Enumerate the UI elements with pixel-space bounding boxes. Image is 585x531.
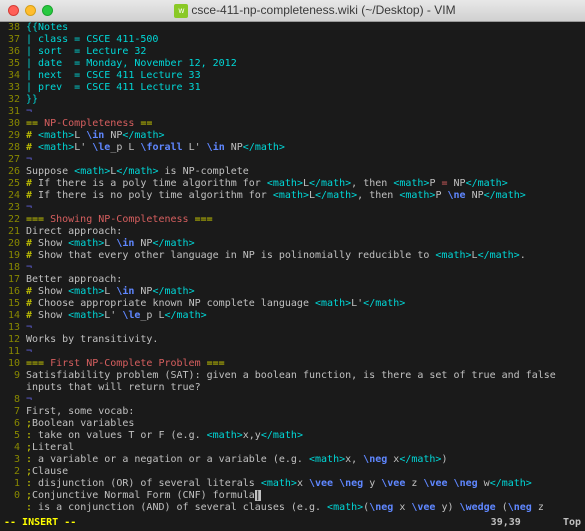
vim-mode: -- INSERT -- (4, 517, 76, 531)
window-controls (8, 5, 53, 16)
status-line: -- INSERT -- 39,39 Top (0, 517, 585, 531)
window-title: wcsce-411-np-completeness.wiki (~/Deskto… (53, 3, 577, 18)
code-content[interactable]: {{Notes | class = CSCE 411-500 | sort = … (24, 22, 585, 512)
line-number-gutter: 3837363534333231302928272625242322212019… (0, 22, 24, 512)
titlebar: wcsce-411-np-completeness.wiki (~/Deskto… (0, 0, 585, 22)
file-icon: w (174, 4, 188, 18)
zoom-icon[interactable] (42, 5, 53, 16)
cursor: | (255, 490, 261, 501)
editor-area[interactable]: 3837363534333231302928272625242322212019… (0, 22, 585, 512)
minimize-icon[interactable] (25, 5, 36, 16)
close-icon[interactable] (8, 5, 19, 16)
cursor-position: 39,39 Top (491, 517, 581, 531)
